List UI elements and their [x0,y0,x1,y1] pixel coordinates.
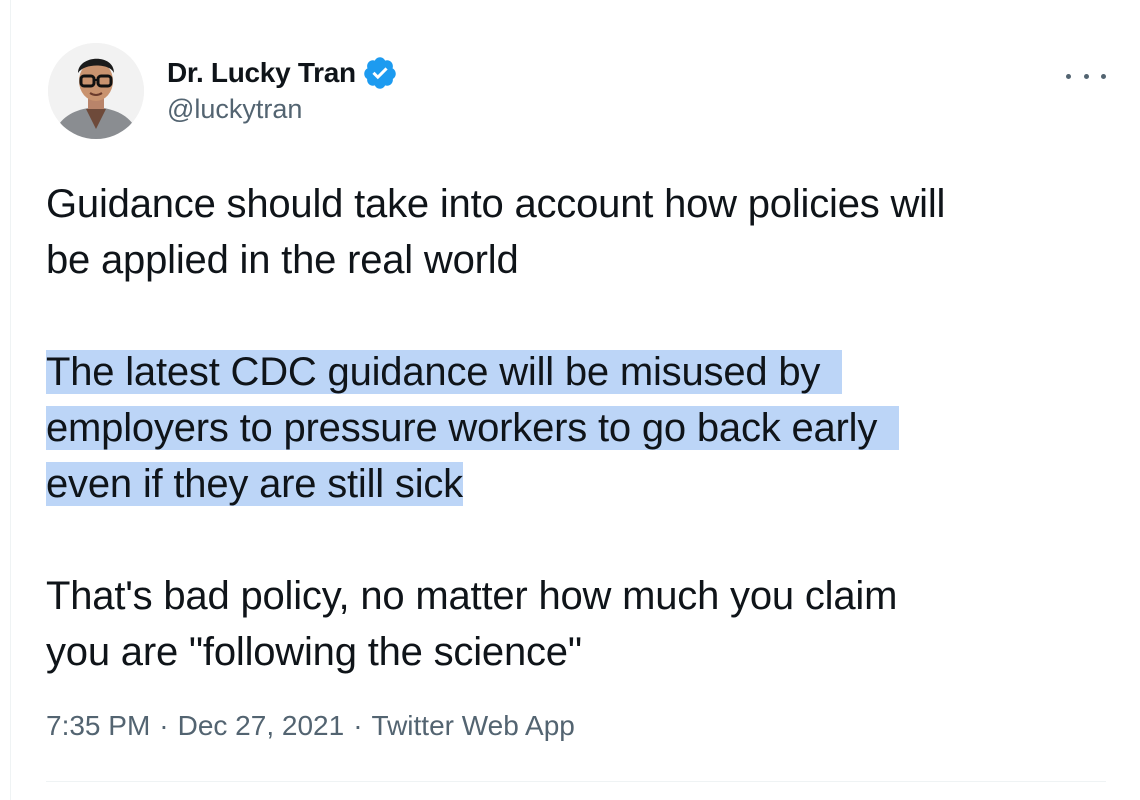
tweet-text: Guidance should take into account how po… [46,176,1126,680]
tweet-card: Dr. Lucky Tran @luckytran Guidance shoul… [0,0,1140,800]
verified-badge-icon [362,55,398,91]
tweet-source-link[interactable]: Twitter Web App [372,710,575,742]
profile-photo-icon [48,43,144,139]
meta-separator: · [353,710,363,741]
tweet-date-link[interactable]: Dec 27, 2021 [178,710,345,742]
more-dot [1101,73,1106,79]
tweet-line: Guidance should take into account how po… [46,182,946,226]
tweet-line: That's bad policy, no matter how much yo… [46,574,898,618]
highlighted-line: even if they are still sick [46,462,463,506]
tweet-time-link[interactable]: 7:35 PM [46,710,150,742]
tweet-paragraph-2-highlighted: The latest CDC guidance will be misused … [46,344,1126,512]
highlighted-line: The latest CDC guidance will be misused … [46,350,843,394]
highlighted-line: employers to pressure workers to go back… [46,406,900,450]
avatar[interactable] [48,43,144,139]
more-options-icon[interactable] [1066,66,1106,86]
divider [46,781,1106,782]
card-border [10,0,11,800]
author-name-row: Dr. Lucky Tran [167,56,398,90]
more-dot [1066,73,1071,79]
meta-separator: · [159,710,169,741]
tweet-line: you are "following the science" [46,630,582,674]
tweet-metadata: 7:35 PM · Dec 27, 2021 · Twitter Web App [46,710,575,742]
author-handle[interactable]: @luckytran [167,94,302,125]
tweet-line: be applied in the real world [46,238,519,282]
tweet-paragraph-1: Guidance should take into account how po… [46,176,1126,288]
tweet-paragraph-3: That's bad policy, no matter how much yo… [46,568,1126,680]
more-dot [1083,73,1089,79]
author-display-name[interactable]: Dr. Lucky Tran [167,57,356,89]
